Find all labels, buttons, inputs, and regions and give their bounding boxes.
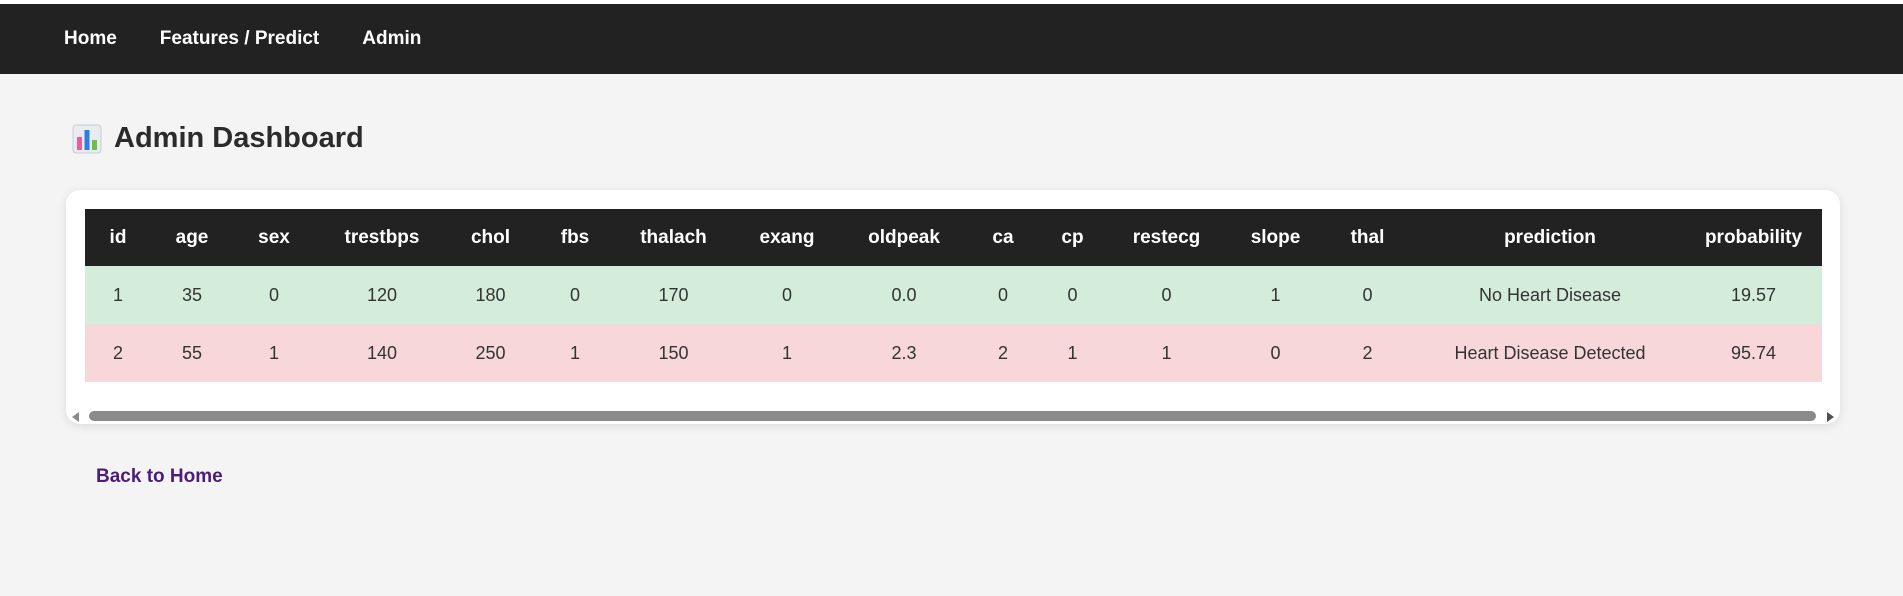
table-cell-thal: 2 [1320, 324, 1415, 382]
column-header-thalach: thalach [618, 209, 729, 266]
table-cell-fbs: 0 [532, 266, 618, 324]
table-cell-thalach: 150 [618, 324, 729, 382]
column-header-thal: thal [1320, 209, 1415, 266]
column-header-id: id [85, 209, 151, 266]
table-row: 2 55 1 140 250 1 150 1 2.3 2 1 1 0 2 Heart Disease Det… [85, 324, 1822, 382]
table-body: 1 35 0 120 180 0 170 0 0.0 0 0 0 1 0 No Heart Disease 1… [85, 266, 1822, 382]
table-cell-exang: 0 [729, 266, 845, 324]
table-scroll-container[interactable]: id age sex trestbps chol fbs thalach exang oldpe… [85, 209, 1822, 382]
column-header-trestbps: trestbps [315, 209, 449, 266]
table-cell-prediction: Heart Disease Detected [1415, 324, 1685, 382]
nav-home-link[interactable]: Home [64, 28, 117, 50]
table-cell-ca: 0 [963, 266, 1043, 324]
table-cell-chol: 250 [449, 324, 532, 382]
page-title: Admin Dashboard [114, 122, 364, 154]
predictions-table: id age sex trestbps chol fbs thalach exang oldpe… [85, 209, 1822, 382]
table-cell-chol: 180 [449, 266, 532, 324]
table-cell-thalach: 170 [618, 266, 729, 324]
column-header-prediction: prediction [1415, 209, 1685, 266]
nav-features-predict-link[interactable]: Features / Predict [160, 28, 319, 50]
table-cell-slope: 0 [1231, 324, 1320, 382]
column-header-oldpeak: oldpeak [845, 209, 963, 266]
column-header-probability: probability [1685, 209, 1822, 266]
page-header: Admin Dashboard [72, 122, 364, 155]
table-cell-slope: 1 [1231, 266, 1320, 324]
bar-chart-icon [72, 124, 102, 154]
column-header-ca: ca [963, 209, 1043, 266]
table-cell-age: 35 [151, 266, 233, 324]
table-cell-oldpeak: 2.3 [845, 324, 963, 382]
scrollbar-thumb[interactable] [89, 411, 1816, 421]
column-header-age: age [151, 209, 233, 266]
table-cell-id: 2 [85, 324, 151, 382]
back-to-home-link[interactable]: Back to Home [96, 466, 223, 488]
column-header-cp: cp [1043, 209, 1102, 266]
table-cell-probability: 95.74 [1685, 324, 1822, 382]
top-navbar: Home Features / Predict Admin [0, 4, 1903, 74]
column-header-restecg: restecg [1102, 209, 1231, 266]
table-cell-prediction: No Heart Disease [1415, 266, 1685, 324]
table-cell-probability: 19.57 [1685, 266, 1822, 324]
table-row: 1 35 0 120 180 0 170 0 0.0 0 0 0 1 0 No Heart Disease 1… [85, 266, 1822, 324]
column-header-chol: chol [449, 209, 532, 266]
column-header-sex: sex [233, 209, 315, 266]
table-cell-restecg: 1 [1102, 324, 1231, 382]
table-card: id age sex trestbps chol fbs thalach exang oldpe… [66, 190, 1840, 424]
table-cell-fbs: 1 [532, 324, 618, 382]
table-cell-oldpeak: 0.0 [845, 266, 963, 324]
scroll-right-arrow-icon[interactable] [1827, 412, 1834, 422]
table-cell-id: 1 [85, 266, 151, 324]
table-cell-exang: 1 [729, 324, 845, 382]
column-header-fbs: fbs [532, 209, 618, 266]
table-cell-cp: 0 [1043, 266, 1102, 324]
table-header-row: id age sex trestbps chol fbs thalach exang oldpe… [85, 209, 1822, 266]
scroll-left-arrow-icon[interactable] [72, 412, 79, 422]
table-cell-trestbps: 140 [315, 324, 449, 382]
table-cell-ca: 2 [963, 324, 1043, 382]
table-cell-age: 55 [151, 324, 233, 382]
table-cell-sex: 0 [233, 266, 315, 324]
horizontal-scrollbar[interactable] [72, 409, 1834, 423]
table-cell-restecg: 0 [1102, 266, 1231, 324]
table-cell-cp: 1 [1043, 324, 1102, 382]
page: Home Features / Predict Admin Admin Dash… [0, 4, 1903, 596]
nav-admin-link[interactable]: Admin [362, 28, 421, 50]
column-header-exang: exang [729, 209, 845, 266]
table-cell-trestbps: 120 [315, 266, 449, 324]
column-header-slope: slope [1231, 209, 1320, 266]
table-cell-thal: 0 [1320, 266, 1415, 324]
table-cell-sex: 1 [233, 324, 315, 382]
